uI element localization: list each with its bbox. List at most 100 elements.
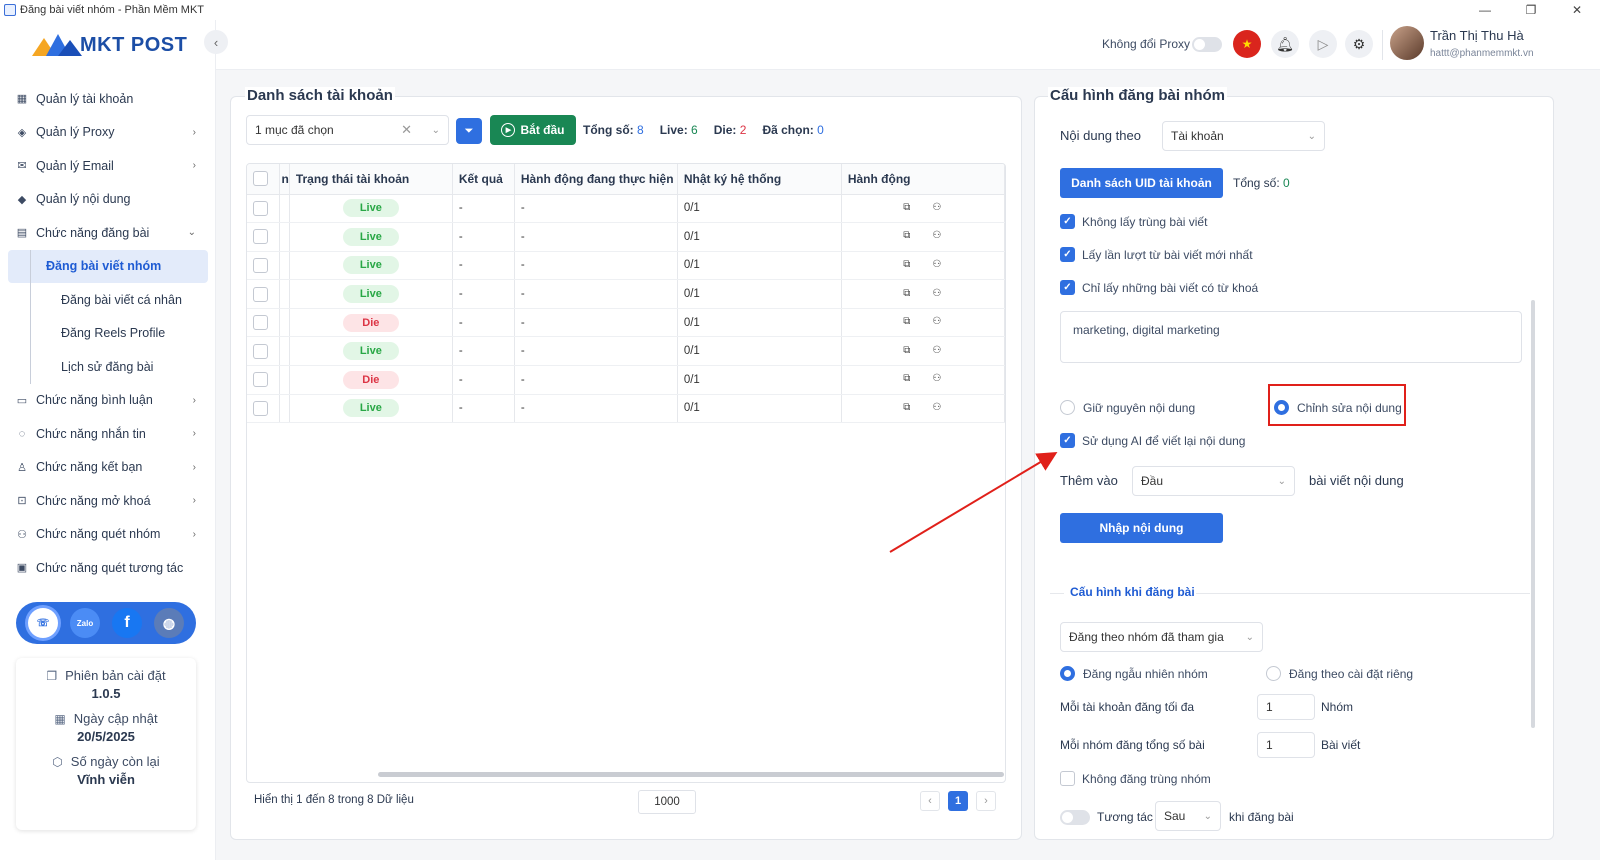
uid-list-button[interactable]: Danh sách UID tài khoản (1060, 168, 1223, 198)
account-select[interactable]: 1 mục đã chọn ✕ ⌄ (246, 115, 449, 145)
minimize-button[interactable]: — (1462, 0, 1508, 20)
table-row[interactable]: Live - -0/1 ⧉ ⚇ (247, 336, 1005, 367)
row-checkbox[interactable] (253, 315, 268, 331)
table-row[interactable]: Live - -0/1 ⧉ ⚇ (247, 194, 1005, 224)
action-progress-cell: - (514, 279, 678, 309)
keyword-only-checkbox[interactable]: ✓ Chỉ lấy những bài viết có từ khoá (1060, 280, 1258, 295)
column-header[interactable]: Hành động (841, 164, 1005, 195)
content-by-select[interactable]: Tài khoản ⌄ (1162, 121, 1325, 151)
table-row[interactable]: Live - -0/1 ⧉ ⚇ (247, 222, 1005, 252)
column-header[interactable]: Trạng thái tài khoản (289, 164, 453, 195)
interaction-toggle[interactable] (1060, 810, 1090, 825)
config-scrollbar[interactable] (1531, 300, 1535, 728)
horizontal-scrollbar[interactable] (378, 772, 1004, 777)
prev-page-button[interactable]: ‹ (920, 791, 940, 811)
proxy-toggle-label: Không đổi Proxy (1102, 37, 1191, 51)
sidebar-item-friend[interactable]: ♙ Chức năng kết bạn › (8, 451, 208, 485)
custom-setting-radio[interactable]: Đăng theo cài đặt riêng (1266, 666, 1413, 681)
row-checkbox[interactable] (253, 257, 268, 273)
no-duplicate-post-checkbox[interactable]: ✓ Không lấy trùng bài viết (1060, 214, 1207, 229)
edit-post-icon[interactable]: ⧉ (900, 259, 914, 273)
interaction-timing-select[interactable]: Sau ⌄ (1155, 801, 1221, 831)
vietnam-flag-icon[interactable]: ★ (1233, 30, 1261, 58)
no-duplicate-group-checkbox[interactable]: Không đăng trùng nhóm (1060, 771, 1211, 786)
latest-first-checkbox[interactable]: ✓ Lấy lần lượt từ bài viết mới nhất (1060, 247, 1253, 262)
sidebar-subitem-group-post[interactable]: Đăng bài viết nhóm (8, 249, 208, 283)
keep-content-radio[interactable]: Giữ nguyên nội dung (1060, 400, 1195, 415)
restore-button[interactable]: ❐ (1508, 0, 1554, 20)
sidebar-item-scan-interaction[interactable]: ▣ Chức năng quét tương tác (8, 551, 208, 585)
sidebar-item-scan-group[interactable]: ⚇ Chức năng quét nhóm › (8, 518, 208, 552)
group-members-icon[interactable]: ⚇ (930, 316, 944, 330)
sidebar-item-email[interactable]: ✉ Quản lý Email › (8, 149, 208, 183)
add-position-select[interactable]: Đầu ⌄ (1132, 466, 1295, 496)
sidebar-item-message[interactable]: ◌ Chức năng nhắn tin › (8, 417, 208, 451)
sidebar-item-unlock[interactable]: ⊡ Chức năng mở khoá › (8, 484, 208, 518)
sidebar-item-posting[interactable]: ▤ Chức năng đăng bài ⌄ (8, 216, 208, 250)
next-page-button[interactable]: › (976, 791, 996, 811)
collapse-sidebar-button[interactable]: ‹ (204, 30, 228, 54)
row-checkbox[interactable] (253, 286, 268, 302)
column-header[interactable]: Kết quả (452, 164, 515, 195)
sidebar-subitem-personal-post[interactable]: Đăng bài viết cá nhân (30, 283, 208, 317)
sidebar-item-content[interactable]: ◆ Quản lý nội dung (8, 183, 208, 217)
sidebar-item-proxy[interactable]: ◈ Quản lý Proxy › (8, 116, 208, 150)
edit-post-icon[interactable]: ⧉ (900, 316, 914, 330)
avatar[interactable] (1390, 26, 1424, 60)
table-row[interactable]: Die - -0/1 ⧉ ⚇ (247, 365, 1005, 395)
table-row[interactable]: Live - -0/1 ⧉ ⚇ (247, 279, 1005, 309)
bell-icon[interactable]: 🔔︎ (1271, 30, 1299, 58)
row-checkbox[interactable] (253, 372, 268, 388)
edit-post-icon[interactable]: ⧉ (900, 202, 914, 216)
sidebar-subitem-history[interactable]: Lịch sử đăng bài (30, 350, 208, 384)
column-header[interactable]: Nhật ký hệ thống (677, 164, 842, 195)
row-checkbox[interactable] (253, 200, 268, 216)
close-button[interactable]: ✕ (1554, 0, 1600, 20)
gear-icon[interactable]: ⚙ (1345, 30, 1373, 58)
column-header[interactable]: n (279, 164, 290, 195)
group-mode-select[interactable]: Đăng theo nhóm đã tham gia ⌄ (1060, 622, 1263, 652)
globe-icon[interactable]: ◍ (154, 608, 184, 638)
group-members-icon[interactable]: ⚇ (930, 230, 944, 244)
table-row[interactable]: Live - -0/1 ⧉ ⚇ (247, 394, 1005, 424)
accounts-table: n Trạng thái tài khoản Kết quả Hành động… (246, 163, 1006, 783)
brand-logo[interactable]: MKT POST (32, 32, 187, 58)
keywords-textarea[interactable]: marketing, digital marketing (1060, 311, 1522, 363)
row-checkbox[interactable] (253, 343, 268, 359)
column-header[interactable]: Hành động đang thực hiện (514, 164, 678, 195)
edit-post-icon[interactable]: ⧉ (900, 345, 914, 359)
play-icon[interactable]: ▷ (1309, 30, 1337, 58)
edit-post-icon[interactable]: ⧉ (900, 402, 914, 416)
sidebar-item-accounts[interactable]: ▦ Quản lý tài khoản (8, 82, 208, 116)
table-row[interactable]: Die - -0/1 ⧉ ⚇ (247, 308, 1005, 338)
edit-post-icon[interactable]: ⧉ (900, 373, 914, 387)
row-checkbox[interactable] (253, 229, 268, 245)
row-checkbox[interactable] (253, 400, 268, 416)
zalo-icon[interactable]: Zalo (70, 608, 100, 638)
import-content-button[interactable]: Nhập nội dung (1060, 513, 1223, 543)
select-all-checkbox[interactable] (253, 171, 268, 187)
sidebar-item-comment[interactable]: ▭ Chức năng bình luận › (8, 384, 208, 418)
clear-icon[interactable]: ✕ (401, 122, 412, 138)
filter-button[interactable]: ⏷ (456, 118, 482, 144)
group-members-icon[interactable]: ⚇ (930, 202, 944, 216)
page-button-current[interactable]: 1 (948, 791, 968, 811)
page-size-input[interactable]: 1000 (638, 790, 696, 814)
max-per-account-input[interactable]: 1 (1257, 694, 1315, 720)
use-ai-checkbox[interactable]: ✓ Sử dụng AI để viết lại nội dung (1060, 433, 1245, 448)
random-group-radio[interactable]: Đăng ngẫu nhiên nhóm (1060, 666, 1208, 681)
support-icon[interactable]: ☏ (28, 608, 58, 638)
proxy-toggle[interactable] (1192, 37, 1222, 52)
edit-post-icon[interactable]: ⧉ (900, 230, 914, 244)
group-members-icon[interactable]: ⚇ (930, 288, 944, 302)
group-members-icon[interactable]: ⚇ (930, 345, 944, 359)
group-members-icon[interactable]: ⚇ (930, 402, 944, 416)
group-members-icon[interactable]: ⚇ (930, 373, 944, 387)
start-button[interactable]: ▶ Bắt đầu (490, 115, 576, 145)
group-members-icon[interactable]: ⚇ (930, 259, 944, 273)
edit-post-icon[interactable]: ⧉ (900, 288, 914, 302)
facebook-icon[interactable]: f (112, 608, 142, 638)
sidebar-subitem-reels[interactable]: Đăng Reels Profile (30, 316, 208, 350)
total-per-group-input[interactable]: 1 (1257, 732, 1315, 758)
table-row[interactable]: Live - -0/1 ⧉ ⚇ (247, 251, 1005, 281)
